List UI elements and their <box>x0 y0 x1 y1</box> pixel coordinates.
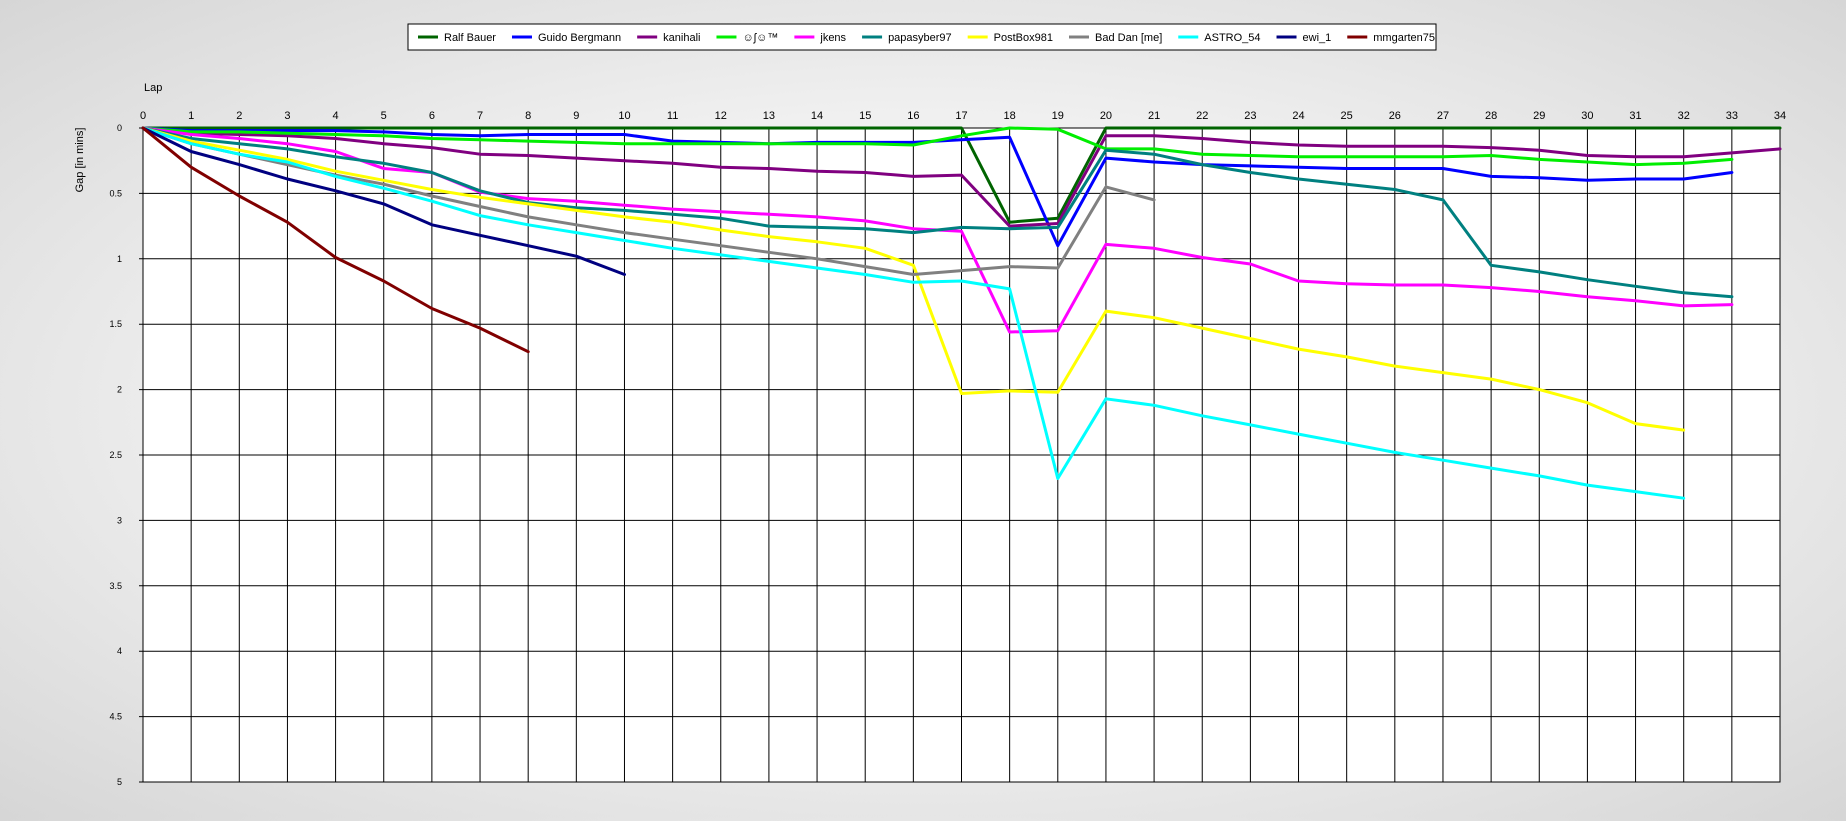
y-tick-label: 1.5 <box>109 319 122 329</box>
legend-label-jkens: jkens <box>819 32 846 44</box>
x-tick-label: 8 <box>525 110 531 122</box>
x-tick-label: 11 <box>667 110 678 122</box>
y-tick-label: 0 <box>117 123 122 133</box>
x-tick-label: 18 <box>1004 110 1016 122</box>
x-tick-label: 20 <box>1100 110 1112 122</box>
x-tick-label: 0 <box>140 110 146 122</box>
x-tick-label: 19 <box>1052 110 1064 122</box>
x-tick-label: 6 <box>429 110 435 122</box>
legend-label-guido-bergmann: Guido Bergmann <box>538 32 621 44</box>
y-axis-label: Gap [in mins] <box>74 128 86 193</box>
x-tick-label: 31 <box>1629 110 1641 122</box>
x-tick-label: 26 <box>1389 110 1401 122</box>
lap-gap-chart: Ralf Bauer Guido Bergmann kanihali ☺ʃ☺™ jken… <box>0 0 1846 816</box>
legend-label-papasyber97: papasyber97 <box>888 32 952 44</box>
x-tick-label: 7 <box>477 110 483 122</box>
x-tick-label: 30 <box>1581 110 1593 122</box>
legend-label-series: ☺ʃ☺™ <box>742 32 778 44</box>
chart-svg: Ralf Bauer Guido Bergmann kanihali ☺ʃ☺™ jken… <box>74 23 1786 787</box>
x-axis-label: Lap <box>144 82 162 94</box>
x-tick-label: 15 <box>859 110 871 122</box>
x-tick-label: 12 <box>715 110 727 122</box>
x-tick-label: 3 <box>284 110 290 122</box>
x-tick-label: 25 <box>1341 110 1353 122</box>
x-tick-label: 23 <box>1244 110 1256 122</box>
x-tick-label: 28 <box>1485 110 1497 122</box>
y-tick-label: 1 <box>117 254 122 264</box>
legend-label-astro-54: ASTRO_54 <box>1204 32 1260 44</box>
x-tick-label: 9 <box>573 110 579 122</box>
plot-area: 0 1 2 3 4 5 6 7 8 9 10 11 12 13 14 15 16 17 18 19 20 21 22 23 24… <box>109 110 1786 787</box>
x-tick-label: 32 <box>1678 110 1690 122</box>
y-tick-label: 5 <box>117 777 122 787</box>
legend-label-mmgarten75: mmgarten75 <box>1373 32 1435 44</box>
legend-label-bad-dan-me: Bad Dan [me] <box>1095 32 1162 44</box>
x-tick-label: 16 <box>907 110 919 122</box>
legend-label-ralf-bauer: Ralf Bauer <box>444 32 496 44</box>
x-tick-label: 22 <box>1196 110 1208 122</box>
y-tick-label: 3 <box>117 515 122 525</box>
x-tick-label: 27 <box>1437 110 1449 122</box>
y-tick-label: 2.5 <box>109 450 122 460</box>
y-tick-label: 4 <box>117 646 122 656</box>
x-tick-label: 24 <box>1292 110 1304 122</box>
x-tick-label: 2 <box>236 110 242 122</box>
legend: Ralf Bauer Guido Bergmann kanihali ☺ʃ☺™ jken… <box>407 23 1437 51</box>
legend-label-kanihali: kanihali <box>663 32 700 44</box>
x-tick-label: 33 <box>1726 110 1738 122</box>
x-tick-label: 10 <box>618 110 630 122</box>
x-tick-label: 14 <box>811 110 823 122</box>
x-tick-label: 17 <box>955 110 967 122</box>
y-tick-label: 2 <box>117 385 122 395</box>
legend-label-ewi-1: ewi_1 <box>1303 32 1332 44</box>
x-tick-label: 21 <box>1148 110 1160 122</box>
y-tick-label: 4.5 <box>109 712 122 722</box>
y-tick-label: 0.5 <box>109 188 122 198</box>
legend-label-postbox981: PostBox981 <box>994 32 1053 44</box>
y-tick-label: 3.5 <box>109 581 122 591</box>
x-tick-label: 1 <box>188 110 194 122</box>
x-tick-label: 34 <box>1774 110 1786 122</box>
x-tick-label: 13 <box>763 110 775 122</box>
x-tick-label: 4 <box>333 110 339 122</box>
x-tick-label: 29 <box>1533 110 1545 122</box>
x-tick-label: 5 <box>381 110 387 122</box>
